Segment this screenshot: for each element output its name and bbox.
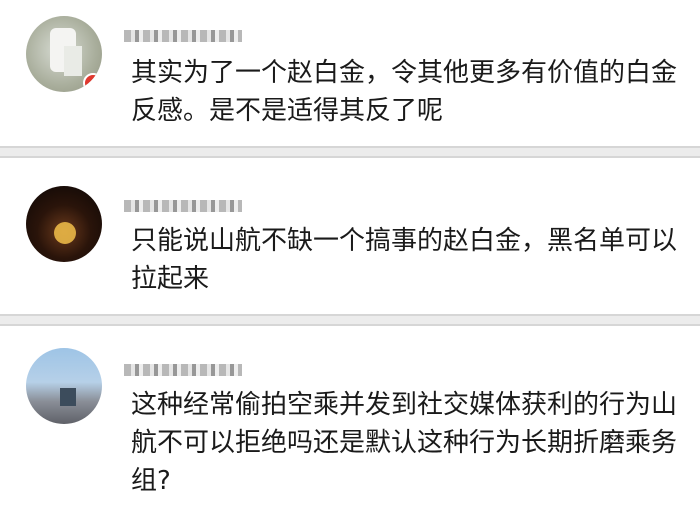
avatar-pixelation	[54, 222, 76, 244]
comment-text: 只能说山航不缺一个搞事的赵白金，黑名单可以拉起来	[131, 226, 678, 294]
avatar[interactable]: ✓	[26, 16, 102, 92]
avatar[interactable]	[26, 186, 102, 262]
avatar-pixelation	[64, 46, 82, 76]
avatar[interactable]	[26, 348, 102, 424]
comment-text: 其实为了一个赵白金，令其他更多有价值的白金反感。是不是适得其反了呢	[131, 58, 678, 126]
comment-text: 这种经常偷拍空乘并发到社交媒体获利的行为山航不可以拒绝吗还是默认这种行为长期折磨…	[131, 390, 678, 496]
verified-badge-icon: ✓	[83, 73, 102, 92]
user-name-redacted[interactable]	[124, 200, 242, 212]
user-name-redacted[interactable]	[124, 30, 242, 42]
user-name-redacted[interactable]	[124, 364, 242, 376]
comment-divider	[0, 146, 700, 158]
comment-divider	[0, 314, 700, 326]
avatar-pixelation	[60, 388, 76, 406]
